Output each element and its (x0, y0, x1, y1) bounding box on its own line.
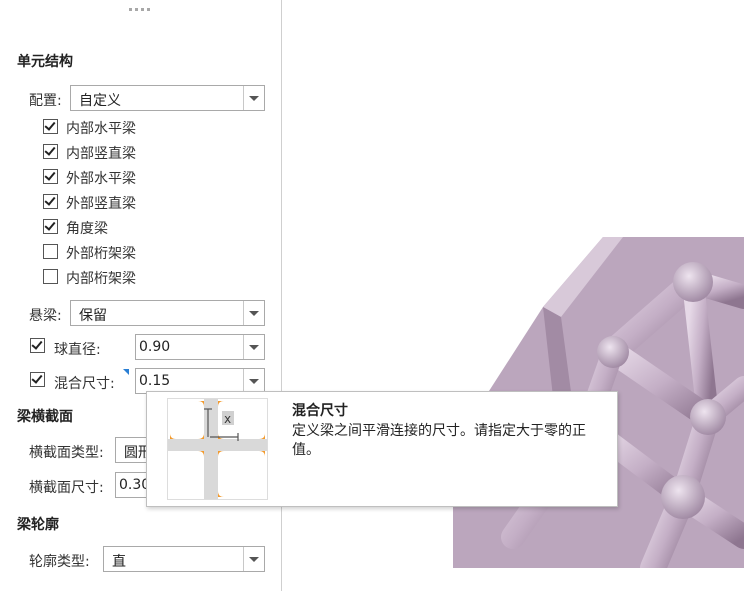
beam-checkbox-label: 外部桁架梁 (66, 246, 136, 262)
cross-section-type-label: 横截面类型: (29, 445, 104, 461)
beam-checkbox[interactable] (43, 219, 58, 234)
beam-checkbox[interactable] (43, 144, 58, 159)
cantilever-dropdown[interactable]: 保留 (70, 300, 265, 326)
cantilever-label: 悬梁: (29, 308, 62, 324)
chevron-down-icon[interactable] (243, 335, 264, 359)
profile-type-dropdown[interactable]: 直 (103, 546, 265, 572)
profile-type-label: 轮廓类型: (29, 554, 90, 570)
section-title-cell-structure: 单元结构 (17, 54, 73, 70)
beam-checkbox-label: 内部桁架梁 (66, 271, 136, 287)
beam-checkbox[interactable] (43, 244, 58, 259)
blend-size-value: 0.15 (139, 373, 171, 389)
cantilever-value: 保留 (79, 308, 107, 324)
panel-grip-handle[interactable] (129, 8, 153, 12)
blend-size-diagram-icon: x (167, 398, 268, 500)
chevron-down-icon[interactable] (243, 86, 264, 110)
blend-size-tooltip: x 混合尺寸 定义梁之间平滑连接的尺寸。请指定大于零的正值。 (146, 391, 618, 507)
diagram-x-label: x (224, 412, 231, 426)
beam-checkbox-label: 角度梁 (66, 221, 108, 237)
ball-diameter-label: 球直径: (54, 342, 101, 358)
ball-diameter-checkbox[interactable] (30, 338, 45, 353)
blend-size-checkbox[interactable] (30, 372, 45, 387)
cross-section-size-label: 横截面尺寸: (29, 480, 104, 496)
tooltip-title: 混合尺寸 (292, 403, 348, 419)
beam-checkbox[interactable] (43, 269, 58, 284)
config-label: 配置: (29, 93, 62, 109)
ball-diameter-dropdown[interactable]: 0.90 (135, 334, 265, 360)
section-title-beam-cross-section: 梁横截面 (17, 409, 73, 425)
profile-type-value: 直 (112, 554, 126, 570)
chevron-down-icon[interactable] (243, 369, 264, 393)
info-marker-icon (123, 369, 129, 375)
blend-size-label: 混合尺寸: (54, 376, 115, 392)
beam-checkbox-label: 内部水平梁 (66, 121, 136, 137)
beam-checkbox[interactable] (43, 169, 58, 184)
chevron-down-icon[interactable] (243, 301, 264, 325)
ball-diameter-value: 0.90 (139, 339, 171, 355)
config-value: 自定义 (79, 93, 121, 109)
chevron-down-icon[interactable] (243, 547, 264, 571)
config-dropdown[interactable]: 自定义 (70, 85, 265, 111)
tooltip-body: 定义梁之间平滑连接的尺寸。请指定大于零的正值。 (292, 423, 586, 458)
beam-checkbox[interactable] (43, 119, 58, 134)
beam-checkbox-label: 外部竖直梁 (66, 196, 136, 212)
beam-checkbox-label: 外部水平梁 (66, 171, 136, 187)
beam-checkbox[interactable] (43, 194, 58, 209)
section-title-beam-profile: 梁轮廓 (17, 517, 59, 533)
beam-checkbox-label: 内部竖直梁 (66, 146, 136, 162)
